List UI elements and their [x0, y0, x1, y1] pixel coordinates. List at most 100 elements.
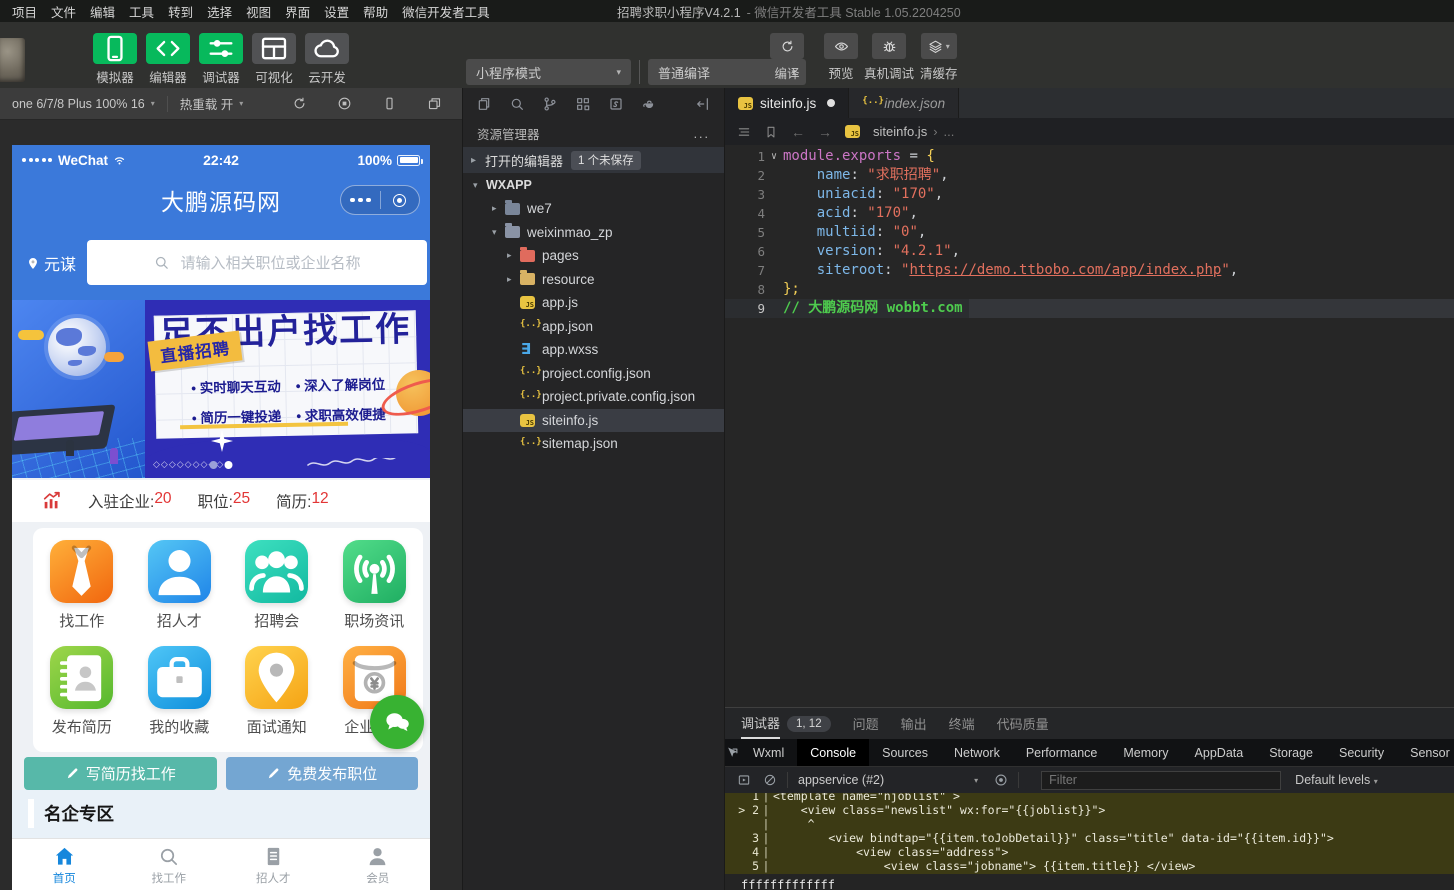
code-editor[interactable]: 1∨module.exports = {2 name: "求职招聘",3 uni…: [725, 145, 1454, 318]
devtools-tab[interactable]: Storage: [1256, 739, 1326, 766]
open-editors-row[interactable]: ▸ 打开的编辑器 1 个未保存: [463, 147, 724, 173]
menu-item[interactable]: 编辑: [90, 2, 115, 21]
panel-toggle-button[interactable]: 编辑器: [145, 33, 191, 86]
menu-item[interactable]: 项目: [12, 2, 37, 21]
panel-toggle-button[interactable]: 模拟器: [92, 33, 138, 86]
debugger-tab[interactable]: 问题: [853, 708, 879, 739]
search-input[interactable]: 请输入相关职位或企业名称: [87, 240, 427, 285]
devtools-tab[interactable]: Performance: [1013, 739, 1111, 766]
inspect-element-icon[interactable]: [725, 745, 740, 760]
live-expression-icon[interactable]: [994, 773, 1008, 787]
forward-arr-icon[interactable]: →: [818, 124, 832, 140]
file-tree-row[interactable]: project.config.json: [463, 362, 724, 386]
activity-bar-icon[interactable]: [509, 96, 525, 112]
simulator-action-icon[interactable]: [427, 96, 442, 111]
file-tree-row[interactable]: siteinfo.js: [463, 409, 724, 433]
carousel-dots[interactable]: [210, 461, 233, 469]
more-menu-icon[interactable]: [341, 198, 380, 203]
hot-reload-select[interactable]: 热重载 开 ▾: [168, 88, 256, 119]
menu-item[interactable]: 转到: [168, 2, 193, 21]
execution-context-select[interactable]: appservice (#2) ▾: [798, 773, 978, 787]
menu-item[interactable]: 微信开发者工具: [402, 2, 490, 21]
feature-grid-item[interactable]: 我的收藏: [131, 646, 229, 744]
outline-list-icon[interactable]: [737, 125, 751, 139]
activity-bar-icon[interactable]: [476, 96, 492, 112]
file-tree-row[interactable]: ▸ resource: [463, 268, 724, 292]
cta-button[interactable]: 免费发布职位: [226, 757, 419, 790]
feature-grid-item[interactable]: 招聘会: [228, 540, 326, 638]
devtools-tab[interactable]: Sensor: [1397, 739, 1454, 766]
devtools-tab[interactable]: Memory: [1110, 739, 1181, 766]
more-actions-icon[interactable]: ...: [694, 127, 710, 141]
file-tree-row[interactable]: app.wxss: [463, 338, 724, 362]
panel-toggle-button[interactable]: 调试器: [198, 33, 244, 86]
toolbar-action[interactable]: 编译: [770, 33, 804, 82]
bookmark-icon[interactable]: [764, 125, 778, 139]
file-tree-row[interactable]: app.json: [463, 315, 724, 339]
log-levels-select[interactable]: Default levels ▾: [1295, 773, 1378, 787]
tree-root-row[interactable]: ▾ WXAPP: [463, 173, 724, 197]
simulator-action-icon[interactable]: [337, 96, 352, 111]
toolbar-action[interactable]: 预览: [824, 33, 858, 82]
location-picker[interactable]: 元谋: [26, 251, 76, 275]
console-output[interactable]: 1|<template name="njoblist" >> 2| <view …: [725, 793, 1454, 890]
toolbar-action[interactable]: 真机调试: [864, 33, 914, 82]
console-drawer-icon[interactable]: [737, 773, 751, 787]
activity-bar-icon[interactable]: [575, 96, 591, 112]
close-target-icon[interactable]: [381, 194, 420, 207]
tab-bar-item[interactable]: 首页: [12, 839, 117, 890]
menu-item[interactable]: 设置: [324, 2, 349, 21]
menu-item[interactable]: 选择: [207, 2, 232, 21]
avatar[interactable]: [0, 38, 25, 82]
tab-bar-item[interactable]: 会员: [326, 839, 431, 890]
tab-bar-item[interactable]: 找工作: [117, 839, 222, 890]
file-tree-row[interactable]: ▾ weixinmao_zp: [463, 221, 724, 245]
file-tree-row[interactable]: ▸ we7: [463, 197, 724, 221]
menu-item[interactable]: 界面: [285, 2, 310, 21]
simulator-action-icon[interactable]: [292, 96, 307, 111]
debugger-tab[interactable]: 调试器 1, 12: [741, 708, 831, 739]
devtools-tab[interactable]: Sources: [869, 739, 941, 766]
file-tree-row[interactable]: project.private.config.json: [463, 385, 724, 409]
breadcrumb-path[interactable]: siteinfo.js › ...: [845, 124, 954, 139]
toolbar-action[interactable]: ▾ 清缓存: [920, 33, 958, 82]
feature-grid-item[interactable]: 发布简历: [33, 646, 131, 744]
file-tree-row[interactable]: app.js: [463, 291, 724, 315]
menu-item[interactable]: 文件: [51, 2, 76, 21]
banner-carousel[interactable]: 足不出户找工作 • 实时聊天互动 • 深入了解岗位 • 简历一键投递 • 求职高…: [12, 300, 430, 478]
menu-item[interactable]: 帮助: [363, 2, 388, 21]
menu-item[interactable]: 工具: [129, 2, 154, 21]
cta-button[interactable]: 写简历找工作: [24, 757, 217, 790]
feature-grid-item[interactable]: 找工作: [33, 540, 131, 638]
feature-grid-item[interactable]: 职场资讯: [326, 540, 424, 638]
panel-toggle-button[interactable]: 云开发: [304, 33, 350, 86]
devtools-tab[interactable]: Network: [941, 739, 1013, 766]
menu-item[interactable]: 视图: [246, 2, 271, 21]
activity-bar-icon[interactable]: [608, 96, 624, 112]
devtools-tab[interactable]: AppData: [1182, 739, 1257, 766]
debugger-tab[interactable]: 终端: [949, 708, 975, 739]
debugger-tab[interactable]: 输出: [901, 708, 927, 739]
tab-bar-item[interactable]: 招人才: [221, 839, 326, 890]
collapse-sidebar-icon[interactable]: [695, 96, 711, 112]
feature-grid-item[interactable]: 面试通知: [228, 646, 326, 744]
debugger-tab[interactable]: 代码质量: [997, 708, 1049, 739]
chat-fab[interactable]: [370, 695, 424, 749]
back-arrow-icon[interactable]: ←: [791, 124, 805, 140]
feature-grid-item[interactable]: 招人才: [131, 540, 229, 638]
editor-tab[interactable]: index.json: [849, 88, 959, 118]
panel-toggle-button[interactable]: 可视化: [251, 33, 297, 86]
mode-select[interactable]: 小程序模式 ▾: [466, 59, 631, 85]
activity-bar-icon[interactable]: [641, 96, 657, 112]
editor-tab[interactable]: siteinfo.js: [725, 88, 849, 118]
activity-bar-icon[interactable]: [542, 96, 558, 112]
file-tree-row[interactable]: sitemap.json: [463, 432, 724, 456]
device-select[interactable]: one 6/7/8 Plus 100% 16 ▾: [0, 88, 167, 119]
simulator-action-icon[interactable]: [382, 96, 397, 111]
devtools-tab[interactable]: Wxml: [740, 739, 797, 766]
file-tree-row[interactable]: ▸ pages: [463, 244, 724, 268]
console-filter-input[interactable]: [1041, 771, 1281, 790]
devtools-tab[interactable]: Security: [1326, 739, 1397, 766]
devtools-tab[interactable]: Console: [797, 739, 869, 766]
clear-console-icon[interactable]: [763, 773, 777, 787]
